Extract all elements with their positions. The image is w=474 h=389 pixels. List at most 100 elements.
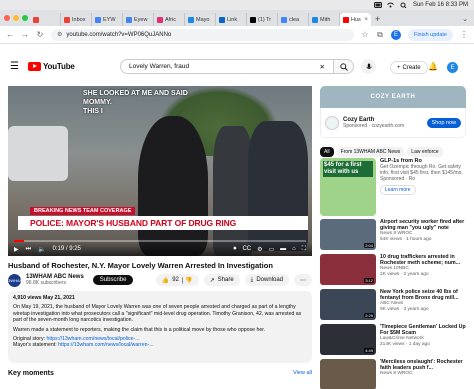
sponsored-ad-card[interactable]: COZY EARTH Cozy Earth Sponsored · cozyea… [320,86,466,144]
browser-tab[interactable]: Mith [309,13,340,26]
recommended-video-title[interactable]: Airport security worker fired after givi… [380,219,466,231]
zoom-window-button[interactable] [22,15,28,21]
video-thumbnail[interactable]: 2:29 [320,289,376,320]
search-input[interactable]: Lovely Warren, fraud ✕ [120,59,334,74]
play-icon[interactable]: ▶ [14,246,19,253]
browser-tab[interactable]: Mayo [185,13,216,26]
statement-line: Mayor's statement: https://13wham.com/ne… [13,342,307,348]
filter-chip[interactable]: Law enforce [407,147,443,157]
browser-tab[interactable]: EYW [92,13,123,26]
video-thumbnail[interactable]: 4:49 [320,324,376,355]
browser-profile-avatar[interactable]: E [390,29,401,40]
browser-tab[interactable]: Hus × [340,13,371,26]
new-tab-button[interactable]: + [375,13,380,26]
video-thumbnail[interactable]: 3:12 [320,254,376,285]
video-player[interactable]: SHE LOOKED AT ME AND SAID MOMMY. THIS I … [8,86,312,256]
recommended-video-stats: 54K views · 1 hours ago [380,237,432,242]
original-story-link[interactable]: https://13wham.com/news/local/police-... [46,336,139,342]
account-avatar[interactable]: E [447,62,458,73]
youtube-play-icon [28,61,41,71]
wifi-icon[interactable] [387,2,394,8]
description-box[interactable]: 4,910 views May 21, 2021 On May 19, 2021… [8,291,312,363]
download-button[interactable]: ⤓ Download [244,274,289,286]
browser-tab[interactable]: Afric [154,13,185,26]
search-icon[interactable] [400,2,407,9]
recommended-video[interactable]: 3:12 10 drug traffickers arrested in Roch… [320,254,470,287]
finish-update-button[interactable]: Finish update [407,28,453,41]
recommended-video[interactable]: 4:49 'Timepiece Gentleman' Locked Up For … [320,324,470,357]
tab-search-icon[interactable]: ⌄ [462,13,468,26]
like-button[interactable]: 👍 92 | 👎 [155,274,199,286]
close-window-button[interactable] [4,15,10,21]
thumbs-down-icon[interactable]: | 👎 [182,277,193,284]
browser-tab[interactable] [30,13,61,26]
breaking-news-label: BREAKING NEWS TEAM COVERAGE [30,207,136,215]
browser-tab[interactable]: Inbox [61,13,92,26]
settings-gear-icon[interactable]: ⚙ [257,246,262,253]
recommended-video-title[interactable]: 10 drug traffickers arrested in Rocheste… [380,254,466,266]
browser-tab[interactable]: Eyew [123,13,154,26]
site-info-icon[interactable]: ⚙ [57,31,62,38]
channel-avatar[interactable]: 13WHAM [6,273,23,287]
extensions-icon[interactable]: ⧉ [376,30,384,40]
recommended-video[interactable]: 2:04 Airport security worker fired after … [320,219,470,252]
browser-tab[interactable]: Link [216,13,247,26]
video-thumbnail[interactable]: 2:04 [320,219,376,250]
recommended-video[interactable]: 2:29 New York police seize 40 lbs of fent… [320,289,470,322]
recommended-video-title[interactable]: New York police seize 40 lbs of fentanyl… [380,289,466,301]
youtube-logo[interactable]: YouTube [28,61,75,71]
learn-more-button[interactable]: Learn more [380,185,416,195]
theater-mode-icon[interactable]: ▬ [280,246,286,252]
tab-label: (1) Tr [258,16,272,23]
battery-icon[interactable] [373,2,382,8]
tab-label: Hus [351,16,361,23]
video-scene-car [8,126,68,181]
browser-tab[interactable]: (1) Tr [247,13,278,26]
cast-icon[interactable]: ⌂ [292,246,296,252]
recommended-video-title[interactable]: 'Merciless onslaught': Rochester faith l… [380,359,466,371]
filter-chip[interactable]: From 13WHAM ABC News [336,147,405,157]
download-label: Download [256,277,283,283]
fullscreen-icon[interactable]: ⛶ [302,246,306,253]
view-all-link[interactable]: View all [293,370,312,377]
channel-row: 13WHAM 13WHAM ABC News 96.8K subscribers… [6,272,312,288]
clear-search-icon[interactable]: ✕ [320,63,325,71]
menubar-clock[interactable]: Sun Feb 16 8:33 PM [413,2,468,8]
reload-icon[interactable]: ↻ [36,30,44,39]
sidebar-ad[interactable]: $45 for a first visit with us GLP-1s fro… [320,158,470,218]
statement-link[interactable]: https://13wham.com/news/local/warren-... [58,342,153,348]
tab-favicon-icon [64,16,70,23]
autoplay-toggle[interactable]: ⏺ [233,246,236,253]
tab-favicon-icon [95,16,101,23]
shop-now-button[interactable]: Shop now [426,117,461,128]
forward-arrow-icon[interactable]: → [21,30,29,39]
notifications-bell-icon[interactable]: 🔔 [428,62,438,71]
create-button[interactable]: + Create [390,61,428,74]
tab-label: Mith [320,16,331,23]
recommended-video-channel[interactable]: News 8 WROC [380,371,466,377]
browser-menu-icon[interactable]: ⋮ [460,30,468,39]
filter-chip[interactable]: All [320,147,334,157]
recommended-video-title[interactable]: 'Timepiece Gentleman' Locked Up For $5M … [380,324,466,336]
url-input[interactable]: ⚙ youtube.com/watch?v=WP06QuJANNo [51,28,354,41]
captions-icon[interactable]: CC [242,246,251,252]
minimize-window-button[interactable] [13,15,19,21]
browser-tab[interactable]: clea [278,13,309,26]
menu-hamburger-icon[interactable]: ☰ [10,61,24,72]
share-button[interactable]: ↗ Share [203,274,240,286]
close-tab-icon[interactable]: × [364,17,368,23]
like-count: 92 [172,277,179,283]
voice-search-mic-icon[interactable] [361,59,376,74]
recommended-video[interactable]: 'Merciless onslaught': Rochester faith l… [320,359,470,389]
back-arrow-icon[interactable]: ← [6,30,14,39]
more-actions-button[interactable]: ⋯ [294,274,312,286]
sidebar-ad-image[interactable]: $45 for a first visit with us [320,158,376,216]
video-thumbnail[interactable] [320,359,376,389]
volume-icon[interactable]: 🔈 [38,246,45,253]
subscribe-button[interactable]: Subscribe [92,275,134,285]
search-button[interactable] [334,59,354,74]
next-icon[interactable]: ⏭ [26,246,31,253]
bookmark-star-icon[interactable]: ☆ [361,30,369,39]
miniplayer-icon[interactable]: ▭ [269,246,275,253]
ad-banner[interactable]: COZY EARTH [320,86,466,108]
